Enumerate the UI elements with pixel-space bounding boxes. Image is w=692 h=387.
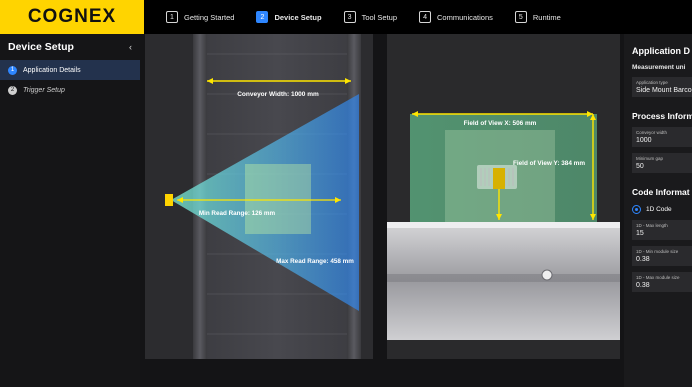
sidebar-item-trigger-setup[interactable]: 2 Trigger Setup — [0, 80, 140, 100]
application-type-field[interactable]: Application type Side Mount Barco — [632, 77, 692, 97]
code-type-1d-radio[interactable]: 1D Code — [632, 205, 692, 214]
chevron-left-icon[interactable]: ‹ — [129, 42, 132, 52]
reader-front-view: Field of View X: 506 mm Field of View Y:… — [387, 34, 620, 359]
code-information-title: Code Informat — [632, 187, 690, 197]
step-label: Runtime — [532, 12, 561, 22]
min-read-range-label: Min Read Range: 126 mm — [199, 210, 276, 217]
logo: COGNEX — [0, 0, 144, 34]
min-module-size-value: 0.38 — [636, 256, 650, 263]
reader-side-view: Conveyor Width: 1000 mm Min Read Range: … — [145, 34, 373, 359]
min-module-size-label: 1D - Min module size — [636, 249, 679, 254]
measurement-units-label: Measurement uni — [632, 64, 686, 71]
top-bar: COGNEX 1 Getting Started 2 Device Setup … — [0, 0, 692, 34]
sidebar-title: Device Setup — [8, 41, 74, 53]
step-tool-setup[interactable]: 3 Tool Setup — [343, 11, 398, 23]
sidebar-item-application-details[interactable]: 1 Application Details — [0, 60, 140, 80]
front-view-illustration: Field of View X: 506 mm Field of View Y:… — [387, 111, 620, 340]
rail-bolt — [541, 269, 553, 281]
radio-selected-icon — [632, 205, 641, 214]
step-number: 3 — [343, 11, 356, 23]
main-content: Conveyor Width: 1000 mm Min Read Range: … — [140, 34, 624, 387]
step-number: 1 — [166, 11, 178, 23]
min-module-size-field[interactable]: 1D - Min module size 0.38 — [632, 246, 692, 266]
step-label: Tool Setup — [361, 12, 398, 22]
fov-x-label: Field of View X: 506 mm — [464, 120, 537, 127]
max-read-range-label: Max Read Range: 458 mm — [276, 258, 354, 265]
max-module-size-label: 1D - Max module size — [636, 275, 680, 280]
minimum-gap-label: Minimum gap — [636, 156, 664, 161]
application-type-label: Application type — [636, 80, 668, 85]
fov-y-label: Field of View Y: 384 mm — [513, 160, 585, 167]
step-communications[interactable]: 4 Communications — [419, 11, 493, 23]
minimum-gap-value: 50 — [636, 163, 644, 170]
conveyor-width-field-label: Conveyor width — [636, 130, 668, 135]
barcode-reader — [165, 194, 173, 206]
sidebar-item-label: Application Details — [23, 66, 81, 74]
step-nav: 1 Getting Started 2 Device Setup 3 Tool … — [144, 11, 561, 23]
step-number: 5 — [514, 11, 527, 23]
minimum-gap-field[interactable]: Minimum gap 50 — [632, 153, 692, 173]
step-label: Device Setup — [274, 12, 322, 22]
max-module-size-value: 0.38 — [636, 282, 650, 289]
reader-front — [493, 168, 505, 189]
max-length-value: 15 — [636, 230, 644, 237]
side-view-illustration: Conveyor Width: 1000 mm Min Read Range: … — [165, 34, 361, 359]
sidebar-header: Device Setup ‹ — [0, 34, 140, 60]
application-type-value: Side Mount Barco — [636, 87, 692, 94]
code-type-1d-label: 1D Code — [646, 206, 672, 213]
step-getting-started[interactable]: 1 Getting Started — [166, 11, 234, 23]
step-number-badge: 1 — [8, 65, 17, 75]
step-label: Getting Started — [184, 12, 235, 22]
sidebar: Device Setup ‹ 1 Application Details 2 T… — [0, 34, 141, 387]
max-module-size-field[interactable]: 1D - Max module size 0.38 — [632, 272, 692, 292]
conveyor-width-label: Conveyor Width: 1000 mm — [237, 91, 319, 98]
conveyor-width-field-value: 1000 — [636, 137, 652, 144]
step-label: Communications — [437, 12, 493, 22]
logo-text: COGNEX — [27, 6, 117, 27]
panel-title: Application D — [632, 46, 690, 56]
process-information-title: Process Inform — [632, 111, 692, 121]
conveyor-width-field[interactable]: Conveyor width 1000 — [632, 127, 692, 147]
max-length-field[interactable]: 1D - Max length 15 — [632, 220, 692, 240]
app-frame: COGNEX 1 Getting Started 2 Device Setup … — [0, 0, 692, 387]
max-length-label: 1D - Max length — [636, 223, 668, 228]
step-number: 4 — [419, 11, 432, 23]
package-box — [245, 164, 311, 234]
step-number-badge: 2 — [8, 85, 17, 95]
step-number: 2 — [256, 11, 269, 23]
sidebar-item-label: Trigger Setup — [23, 86, 65, 94]
application-details-panel: Application D Measurement uni Applicatio… — [624, 34, 692, 387]
step-device-setup[interactable]: 2 Device Setup — [256, 11, 322, 23]
step-runtime[interactable]: 5 Runtime — [514, 11, 561, 23]
